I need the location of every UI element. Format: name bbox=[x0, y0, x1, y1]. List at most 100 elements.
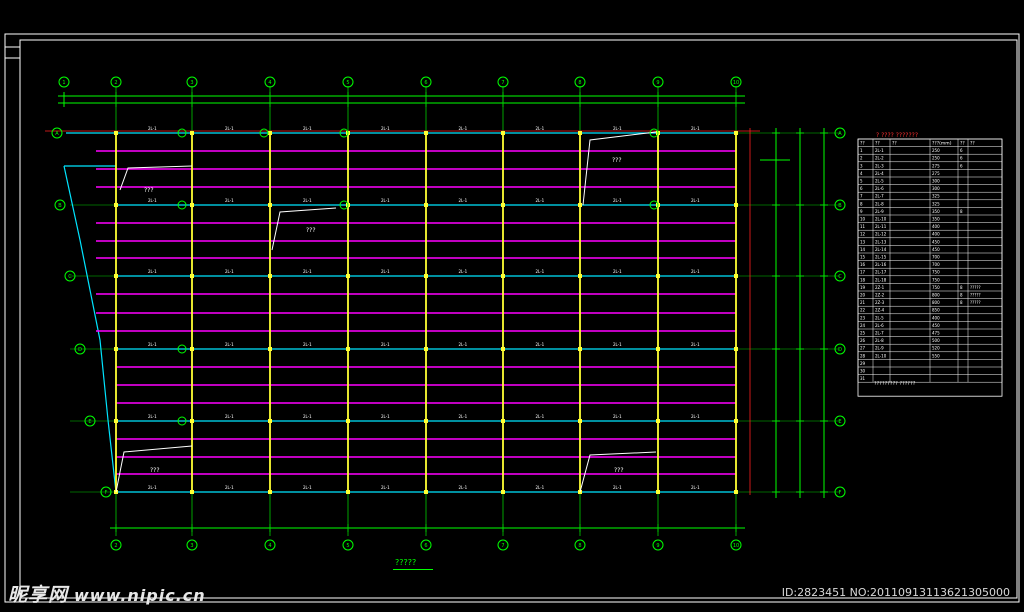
table-cell: 2L-9 bbox=[875, 346, 884, 351]
table-cell: 800 bbox=[932, 300, 940, 305]
axis-bubble-label: C bbox=[838, 274, 842, 280]
table-cell: 2L-7 bbox=[875, 194, 884, 199]
axis-bubble-label: 4 bbox=[268, 80, 271, 86]
beam-label: 2L-1 bbox=[381, 485, 390, 490]
table-cell: 8 bbox=[960, 285, 963, 290]
column-node bbox=[501, 203, 505, 207]
table-cell: 8 bbox=[960, 293, 963, 298]
table-cell: ????? bbox=[970, 300, 981, 305]
table-cell: 850 bbox=[932, 308, 940, 313]
table-cell: 6 bbox=[960, 163, 963, 168]
table-cell: 26 bbox=[860, 338, 866, 343]
axis-bubble-label: 8 bbox=[578, 543, 581, 549]
column-node bbox=[190, 419, 194, 423]
beam-label: 2L-1 bbox=[691, 198, 700, 203]
table-cell: 2L-10 bbox=[875, 217, 887, 222]
column-node bbox=[424, 203, 428, 207]
table-cell: 450 bbox=[932, 247, 940, 252]
beam-label: 2L-1 bbox=[613, 342, 622, 347]
table-cell: 8 bbox=[960, 209, 963, 214]
beam-label: 2L-1 bbox=[536, 414, 545, 419]
beam-label: 2L-1 bbox=[303, 342, 312, 347]
axis-grid bbox=[70, 86, 840, 536]
table-cell: 520 bbox=[932, 346, 940, 351]
table-cell: 8 bbox=[960, 300, 963, 305]
table-header-cell: ?? bbox=[970, 141, 975, 147]
beam-label: 2L-1 bbox=[691, 269, 700, 274]
axis-bubble-label: 3 bbox=[190, 543, 193, 549]
table-cell: 2L-11 bbox=[875, 224, 887, 229]
table-cell: 2L-2 bbox=[875, 156, 884, 161]
beam-label: 2L-1 bbox=[225, 126, 234, 131]
column-node bbox=[578, 419, 582, 423]
beam-label: 2L-1 bbox=[225, 269, 234, 274]
caption-underline bbox=[393, 569, 433, 570]
column-node bbox=[114, 131, 118, 135]
table-cell: 3 bbox=[860, 163, 863, 168]
table-cell: 2L-10 bbox=[875, 353, 887, 358]
table-cell: 31 bbox=[860, 376, 866, 381]
table-cell: 8 bbox=[860, 201, 863, 206]
column-node bbox=[268, 203, 272, 207]
column-node bbox=[734, 347, 738, 351]
table-cell: 750 bbox=[932, 270, 940, 275]
inner-frame bbox=[19, 39, 1018, 599]
column-node bbox=[578, 347, 582, 351]
table-cell: 20 bbox=[860, 293, 866, 298]
table-cell: 2L-4 bbox=[875, 171, 884, 176]
table-cell: 2L-6 bbox=[875, 323, 884, 328]
column-node bbox=[268, 274, 272, 278]
column-node bbox=[578, 131, 582, 135]
axis-bubble-label: A bbox=[55, 131, 59, 137]
watermark-logo: 昵享网 www.nipic.cn bbox=[8, 580, 206, 607]
axis-bubble-label: 1 bbox=[62, 80, 65, 86]
column-node bbox=[268, 131, 272, 135]
table-cell: 2L-13 bbox=[875, 239, 887, 244]
axis-bubble-label: 5 bbox=[346, 80, 349, 86]
table-cell: 23 bbox=[860, 315, 866, 320]
beam-layout: 2L-1 2L-1 2L-1 2L-1 2L-1 2L-1 2L-1 2L-1 2L-1 2L-1… bbox=[45, 126, 760, 495]
table-cell: 550 bbox=[932, 353, 940, 358]
table-cell: 325 bbox=[932, 201, 940, 206]
beam-label: 2L-1 bbox=[148, 414, 157, 419]
table-cell: 27 bbox=[860, 346, 866, 351]
axis-bubble-label: E bbox=[838, 419, 841, 425]
axis-bubble-label: 2 bbox=[114, 80, 117, 86]
table-footer: ????????? ?????? bbox=[874, 381, 916, 387]
beam-label: 2L-1 bbox=[303, 269, 312, 274]
table-cell: 2L-3 bbox=[875, 163, 884, 168]
column-node bbox=[190, 131, 194, 135]
axis-bubble-label: B bbox=[58, 203, 62, 209]
column-node bbox=[734, 490, 738, 494]
table-cell: 800 bbox=[932, 293, 940, 298]
table-cell: 275 bbox=[932, 163, 940, 168]
column-node bbox=[734, 203, 738, 207]
beam-label: 2L-1 bbox=[613, 198, 622, 203]
table-cell: 475 bbox=[932, 331, 940, 336]
table-cell: 15 bbox=[860, 255, 866, 260]
column-node bbox=[424, 490, 428, 494]
table-cell: 2L-8 bbox=[875, 338, 884, 343]
table-cell: 2L-18 bbox=[875, 277, 887, 282]
axis-bubble-label: 6 bbox=[424, 543, 427, 549]
table-cell: 14 bbox=[860, 247, 866, 252]
beam-label: 2L-1 bbox=[225, 414, 234, 419]
column-node bbox=[656, 419, 660, 423]
table-cell: 19 bbox=[860, 285, 866, 290]
table-cell: 2L-6 bbox=[875, 186, 884, 191]
beam-label: 2L-1 bbox=[536, 485, 545, 490]
beam-label: 2L-1 bbox=[148, 198, 157, 203]
table-cell: 6 bbox=[960, 148, 963, 153]
column-node bbox=[190, 347, 194, 351]
axis-bubble-label: A bbox=[838, 131, 842, 137]
beam-label: 2L-1 bbox=[303, 414, 312, 419]
table-cell: 2L-17 bbox=[875, 270, 887, 275]
beam-label: 2L-1 bbox=[303, 485, 312, 490]
beam-label: 2L-1 bbox=[148, 485, 157, 490]
slab-openings: ??????????????? bbox=[115, 131, 657, 493]
table-cell: 700 bbox=[932, 262, 940, 267]
table-cell: 2L-15 bbox=[875, 255, 887, 260]
table-cell: 21 bbox=[860, 300, 866, 305]
opening-label: ??? bbox=[306, 227, 316, 234]
schedule-table: ?????? ???(mm)?? ??1 2L-1 250 62 2L-2 250 63 2L-3… bbox=[857, 138, 1003, 397]
